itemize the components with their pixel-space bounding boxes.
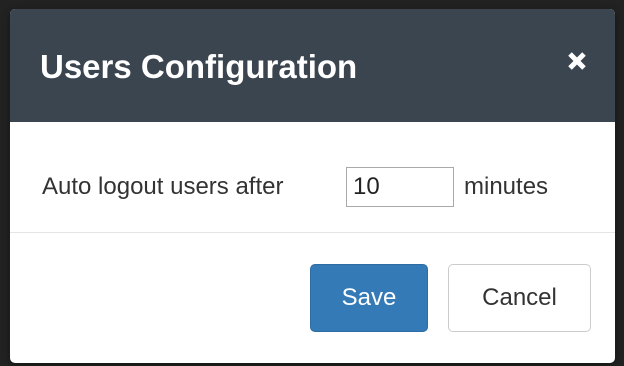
cancel-button[interactable]: Cancel — [448, 264, 591, 332]
dialog-title: Users Configuration — [40, 48, 358, 85]
close-icon — [567, 51, 587, 76]
users-configuration-dialog: Users Configuration Auto logout users af… — [10, 9, 615, 363]
logout-minutes-input[interactable] — [346, 167, 454, 207]
close-button[interactable] — [561, 47, 593, 79]
minutes-label: minutes — [464, 173, 549, 200]
dialog-header: Users Configuration — [10, 9, 615, 122]
dialog-body: Auto logout users after minutes — [10, 122, 615, 233]
dialog-footer: Save Cancel — [10, 233, 615, 363]
save-button[interactable]: Save — [310, 264, 428, 332]
auto-logout-label: Auto logout users after — [42, 173, 284, 200]
